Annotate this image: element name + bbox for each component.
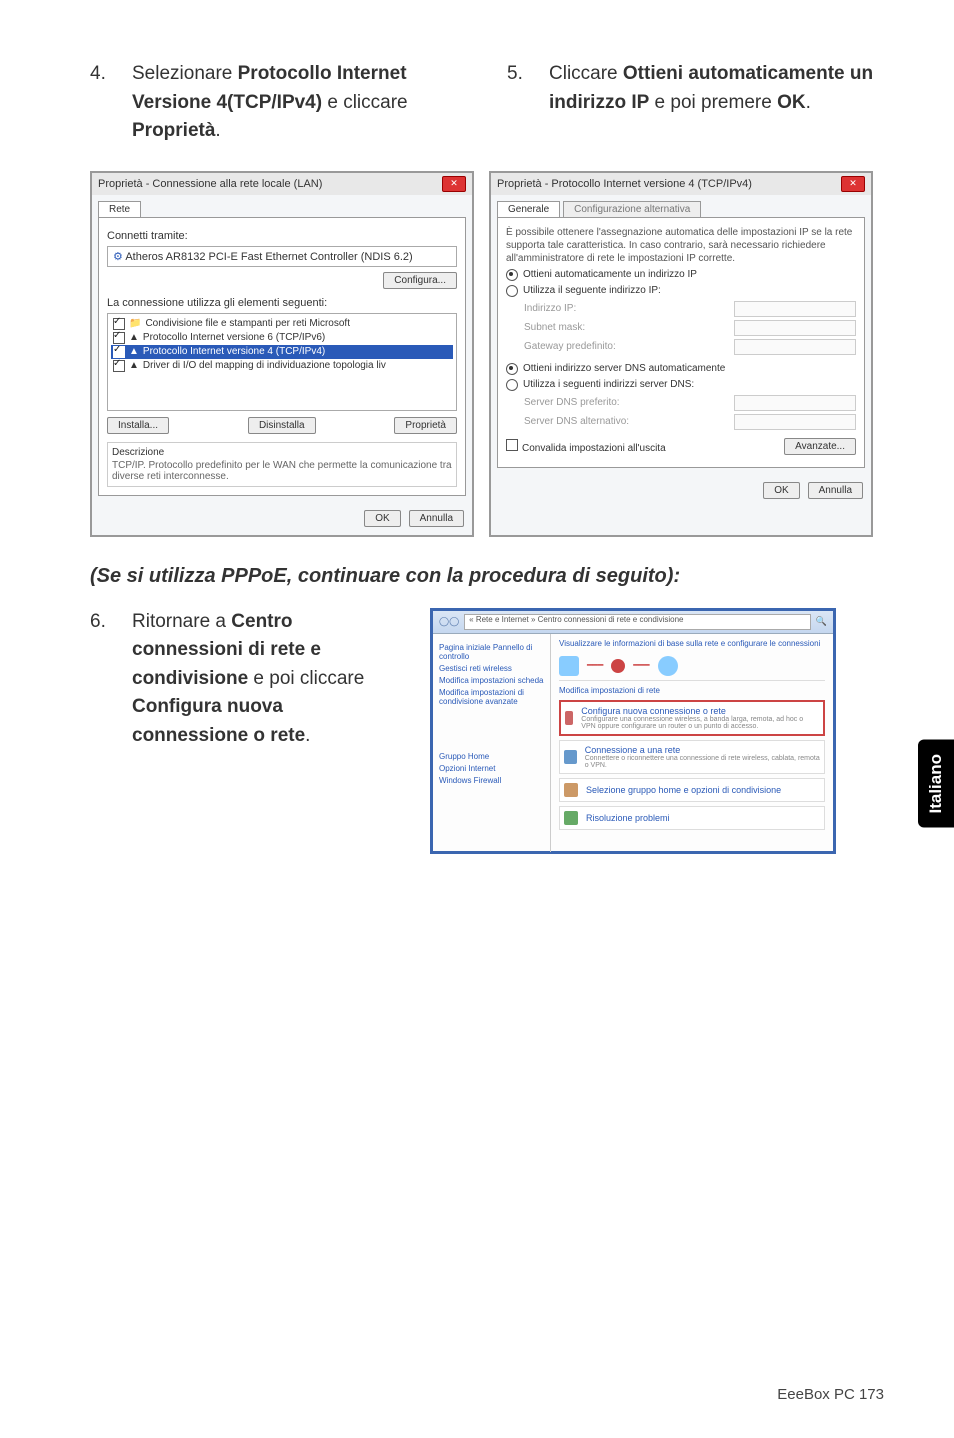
ok-button[interactable]: OK [364, 510, 400, 527]
x-icon [611, 659, 625, 673]
adapter-field: ⚙ Atheros AR8132 PCI-E Fast Ethernet Con… [107, 246, 457, 267]
search-icon[interactable]: 🔍 [816, 616, 827, 627]
troubleshoot-icon [564, 811, 578, 825]
tab-alt-config[interactable]: Configurazione alternativa [563, 201, 701, 217]
cancel-button[interactable]: Annulla [808, 482, 863, 499]
globe-icon [658, 656, 678, 676]
step5-number: 5. [507, 60, 529, 117]
step4-number: 4. [90, 60, 112, 146]
tab-general[interactable]: Generale [497, 201, 560, 217]
dialog2-title: Proprietà - Protocollo Internet versione… [497, 178, 752, 190]
homegroup-link[interactable]: Selezione gruppo home e opzioni di condi… [586, 785, 781, 795]
homegroup-icon [564, 783, 578, 797]
main-title: Visualizzare le informazioni di base sul… [559, 639, 825, 648]
sidebar-link[interactable]: Modifica impostazioni scheda [439, 676, 544, 685]
cancel-button[interactable]: Annulla [409, 510, 464, 527]
subnet-mask-field [734, 320, 856, 336]
configure-button[interactable]: Configura... [383, 272, 457, 289]
connect-network-link[interactable]: Connessione a una rete [585, 745, 820, 755]
close-icon[interactable]: ✕ [841, 176, 865, 192]
tab-network[interactable]: Rete [98, 201, 141, 217]
advanced-button[interactable]: Avanzate... [784, 438, 856, 455]
connect-using-label: Connetti tramite: [107, 230, 457, 242]
description-heading: Descrizione [112, 447, 452, 458]
ipv4-properties-dialog: Proprietà - Protocollo Internet versione… [489, 171, 873, 537]
connect-icon [564, 750, 577, 764]
sidebar-link[interactable]: Opzioni Internet [439, 764, 544, 773]
radio-auto-dns[interactable] [506, 363, 518, 375]
step5-text: Cliccare Ottieni automaticamente un indi… [549, 60, 884, 117]
dns1-field [734, 395, 856, 411]
new-connection-link[interactable]: Configura nuova connessione o rete [581, 706, 819, 716]
pppoe-heading: (Se si utilizza PPPoE, continuare con la… [90, 565, 884, 588]
items-label: La connessione utilizza gli elementi seg… [107, 297, 457, 309]
sidebar-link[interactable]: Windows Firewall [439, 776, 544, 785]
sidebar: Pagina iniziale Pannello di controllo Ge… [433, 634, 551, 852]
uninstall-button[interactable]: Disinstalla [248, 417, 316, 434]
sidebar-link[interactable]: Gruppo Home [439, 752, 544, 761]
ok-button[interactable]: OK [763, 482, 799, 499]
sidebar-link[interactable]: Pagina iniziale Pannello di controllo [439, 643, 544, 661]
close-icon[interactable]: ✕ [442, 176, 466, 192]
dialog1-title: Proprietà - Connessione alla rete locale… [98, 178, 322, 190]
description-text: TCP/IP. Protocollo predefinito per le WA… [112, 460, 452, 482]
dns2-field [734, 414, 856, 430]
step4-text: Selezionare Protocollo Internet Versione… [132, 60, 467, 146]
radio-manual-dns[interactable] [506, 379, 518, 391]
back-icon[interactable]: ◯◯ [439, 616, 459, 627]
gateway-field [734, 339, 856, 355]
network-center-screenshot: ◯◯ « Rete e Internet » Centro connession… [430, 608, 836, 854]
radio-manual-ip[interactable] [506, 285, 518, 297]
lan-properties-dialog: Proprietà - Connessione alla rete locale… [90, 171, 474, 537]
ip-address-field [734, 301, 856, 317]
step6-number: 6. [90, 608, 112, 751]
protocol-listbox[interactable]: 📁 Condivisione file e stampanti per reti… [107, 313, 457, 411]
step6-text: Ritornare a Centro connessioni di rete e… [132, 608, 400, 751]
computer-icon [559, 656, 579, 676]
validate-checkbox[interactable] [506, 439, 518, 451]
sidebar-link[interactable]: Modifica impostazioni di condivisione av… [439, 688, 544, 706]
sidebar-link[interactable]: Gestisci reti wireless [439, 664, 544, 673]
section-heading: Modifica impostazioni di rete [559, 686, 825, 695]
properties-button[interactable]: Proprietà [394, 417, 457, 434]
radio-auto-ip[interactable] [506, 269, 518, 281]
wizard-icon [565, 711, 573, 725]
install-button[interactable]: Installa... [107, 417, 169, 434]
page-footer: EeeBox PC 173 [777, 1386, 884, 1403]
ipv4-intro-text: È possibile ottenere l'assegnazione auto… [506, 226, 856, 265]
troubleshoot-link[interactable]: Risoluzione problemi [586, 813, 670, 823]
language-tab: Italiano [918, 740, 954, 828]
address-bar[interactable]: « Rete e Internet » Centro connessioni d… [464, 614, 811, 630]
